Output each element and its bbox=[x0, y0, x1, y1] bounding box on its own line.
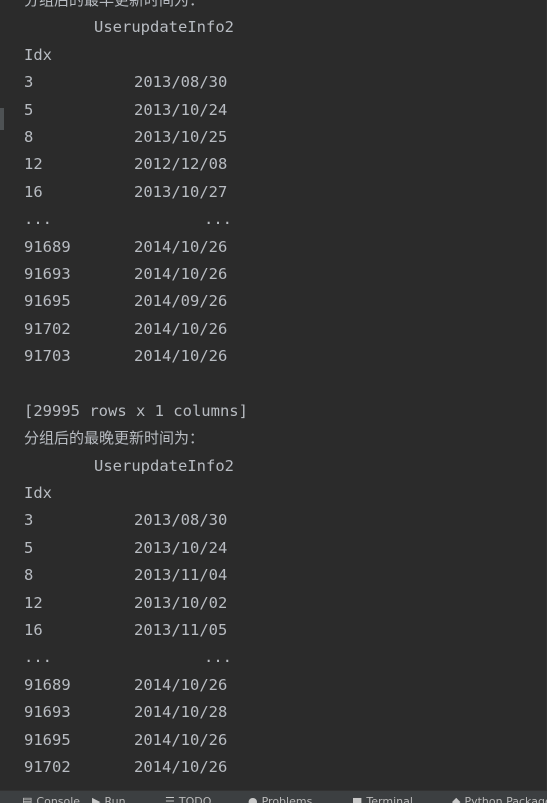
row-value: 2013/10/24 bbox=[134, 100, 228, 119]
row-index: 91702 bbox=[24, 319, 71, 338]
console-output-panel[interactable]: 分组后的最早更新时间为： UserupdateInfo2 Idx 3 2013/08/3… bbox=[0, 0, 547, 790]
column-header: UserupdateInfo2 bbox=[94, 456, 234, 475]
row-index: 3 bbox=[24, 73, 34, 92]
row-value: 2012/12/08 bbox=[134, 155, 228, 174]
row-value: 2013/08/30 bbox=[134, 73, 228, 92]
table-row: 16 2013/10/27 bbox=[24, 179, 248, 206]
row-value: 2014/10/26 bbox=[134, 319, 228, 338]
row-index: ... bbox=[24, 648, 52, 667]
tool-window-bar: ▤ Console ▶ Run ☰ TODO ● Problems ■ Terminal ◆ Pyth… bbox=[0, 790, 547, 803]
row-index: 5 bbox=[24, 538, 34, 557]
table-row: 5 2013/10/24 bbox=[24, 535, 248, 562]
console-tab[interactable]: ▤ Console bbox=[22, 792, 80, 803]
output-line: Idx bbox=[24, 45, 52, 64]
row-value: 2014/10/26 bbox=[134, 730, 228, 749]
row-index: 91693 bbox=[24, 264, 71, 283]
row-index: 91702 bbox=[24, 757, 71, 776]
row-value: 2014/09/26 bbox=[134, 292, 228, 311]
table-row: 91702 2014/10/26 bbox=[24, 754, 248, 781]
python-packages-tab[interactable]: ◆Python Packages bbox=[452, 792, 547, 803]
row-index: 8 bbox=[24, 566, 34, 585]
gutter-marker bbox=[0, 108, 4, 130]
row-value: ... bbox=[204, 648, 232, 667]
output-line: [29995 rows x 1 columns] bbox=[24, 401, 248, 420]
table-row: 5 2013/10/24 bbox=[24, 97, 248, 124]
table-row: 91689 2014/10/26 bbox=[24, 234, 248, 261]
row-index: 91689 bbox=[24, 237, 71, 256]
table-row: 91689 2014/10/26 bbox=[24, 672, 248, 699]
table-row: 3 2013/08/30 bbox=[24, 507, 248, 534]
table-row: 91703 2014/10/26 bbox=[24, 343, 248, 370]
row-value: 2013/10/24 bbox=[134, 538, 228, 557]
problems-tab[interactable]: ● Problems bbox=[248, 792, 312, 803]
todo-tab[interactable]: ☰ TODO bbox=[165, 792, 211, 803]
output-line: Idx bbox=[24, 484, 52, 503]
section-caption: 分组后的最晚更新时间为： bbox=[24, 429, 205, 448]
row-index: 8 bbox=[24, 127, 34, 146]
row-index: 91689 bbox=[24, 675, 71, 694]
row-value: 2014/10/26 bbox=[134, 237, 228, 256]
row-value: 2013/10/25 bbox=[134, 127, 228, 146]
table-row: 12 2012/12/08 bbox=[24, 151, 248, 178]
row-index: ... bbox=[24, 210, 52, 229]
row-value: 2013/11/05 bbox=[134, 620, 228, 639]
terminal-tab[interactable]: ■ Terminal bbox=[352, 792, 413, 803]
table-row: 91695 2014/10/26 bbox=[24, 727, 248, 754]
row-value: 2013/10/02 bbox=[134, 593, 228, 612]
row-index: 91693 bbox=[24, 703, 71, 722]
table-row: 91695 2014/09/26 bbox=[24, 288, 248, 315]
row-index: 91695 bbox=[24, 292, 71, 311]
row-value: 2013/11/04 bbox=[134, 566, 228, 585]
run-tab[interactable]: ▶ Run bbox=[92, 792, 126, 803]
row-index: 3 bbox=[24, 511, 34, 530]
row-value: 2014/10/26 bbox=[134, 757, 228, 776]
row-value: ... bbox=[204, 210, 232, 229]
row-index: 16 bbox=[24, 620, 43, 639]
row-value: 2014/10/26 bbox=[134, 675, 228, 694]
row-index: 12 bbox=[24, 155, 43, 174]
row-value: 2013/10/27 bbox=[134, 182, 228, 201]
section-caption: 分组后的最早更新时间为： bbox=[24, 0, 205, 9]
table-row: 91702 2014/10/26 bbox=[24, 316, 248, 343]
row-index: 12 bbox=[24, 593, 43, 612]
table-row: 3 2013/08/30 bbox=[24, 69, 248, 96]
row-value: 2013/08/30 bbox=[134, 511, 228, 530]
table-row: 8 2013/11/04 bbox=[24, 562, 248, 589]
ellipsis-row: ...... bbox=[24, 206, 248, 233]
row-index: 16 bbox=[24, 182, 43, 201]
row-value: 2014/10/28 bbox=[134, 703, 228, 722]
row-value: 2014/10/26 bbox=[134, 347, 228, 366]
column-header: UserupdateInfo2 bbox=[94, 18, 234, 37]
row-index: 91695 bbox=[24, 730, 71, 749]
table-row: 16 2013/11/05 bbox=[24, 617, 248, 644]
row-value: 2014/10/26 bbox=[134, 264, 228, 283]
table-row: 91693 2014/10/28 bbox=[24, 699, 248, 726]
table-row: 12 2013/10/02 bbox=[24, 590, 248, 617]
ellipsis-row: ...... bbox=[24, 644, 248, 671]
table-row: 91693 2014/10/26 bbox=[24, 261, 248, 288]
console-text: 分组后的最早更新时间为： UserupdateInfo2 Idx 3 2013/08/3… bbox=[24, 0, 248, 781]
row-index: 91703 bbox=[24, 347, 71, 366]
row-index: 5 bbox=[24, 100, 34, 119]
table-row: 8 2013/10/25 bbox=[24, 124, 248, 151]
